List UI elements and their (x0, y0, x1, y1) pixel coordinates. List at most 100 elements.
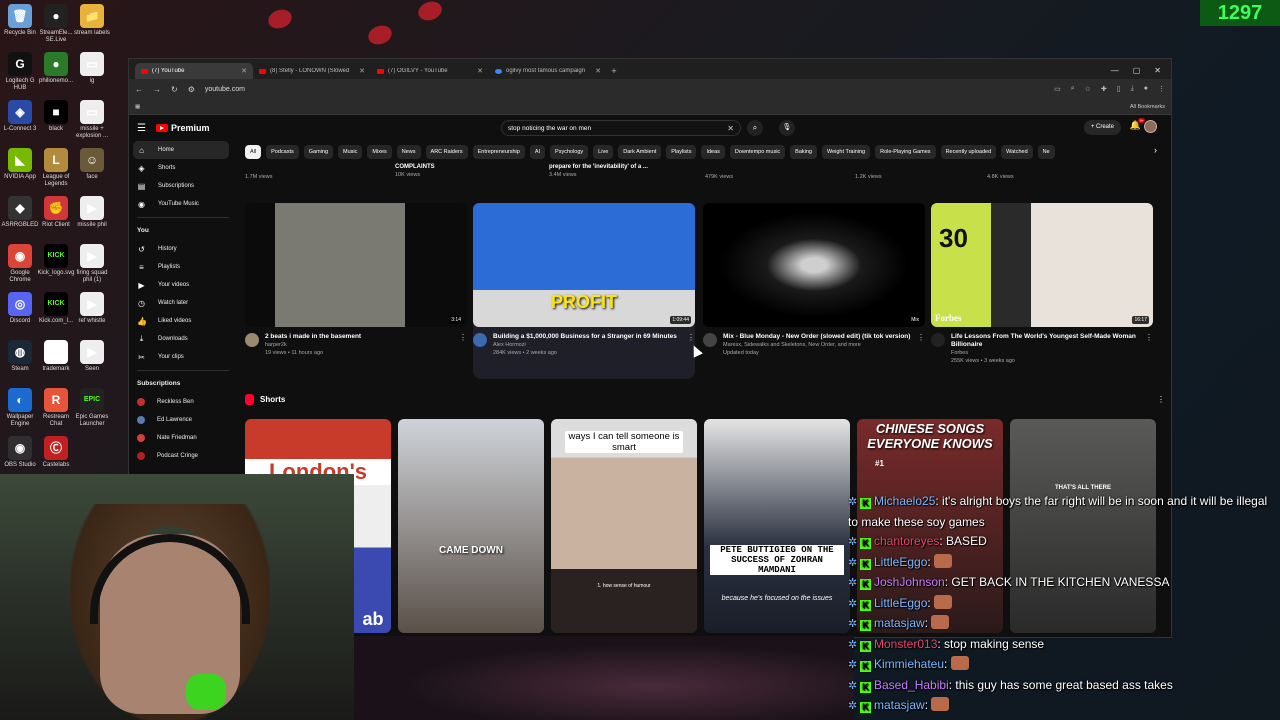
more-options-icon[interactable]: ⋮ (1145, 333, 1153, 365)
filter-chip[interactable]: Downtempo music (729, 145, 786, 159)
chat-username[interactable]: LittleEggo (874, 596, 927, 610)
desktop-icon[interactable]: ▭ missile + explosion ... (72, 100, 112, 140)
video-card[interactable]: 3:14 2 beats i made in the basement harper… (245, 203, 467, 379)
desktop-icon[interactable]: ◣ NVIDIA App (0, 148, 40, 181)
desktop-icon[interactable]: ■ black (36, 100, 76, 133)
video-title[interactable]: Life Lessons From The World's Youngest S… (951, 333, 1139, 349)
filter-chip[interactable]: Mixes (367, 145, 392, 159)
desktop-icon[interactable]: ▶ firing squad phil (1) (72, 244, 112, 284)
desktop-icon[interactable]: 📁 stream labels (72, 4, 112, 37)
notifications-bell-icon[interactable]: 🔔 9+ (1130, 118, 1145, 131)
filter-chip[interactable]: Gaming (303, 145, 334, 159)
desktop-icon[interactable]: ▶ ref whistle (72, 292, 112, 325)
close-tab-icon[interactable]: ✕ (477, 67, 483, 75)
video-title[interactable]: Building a $1,000,000 Business for a Str… (493, 333, 681, 341)
chat-username[interactable]: LittleEggo (874, 555, 927, 569)
avatar[interactable] (1144, 120, 1157, 133)
more-options-icon[interactable]: ⋮ (917, 333, 925, 357)
microphone-icon[interactable]: 🎙 (779, 120, 795, 136)
new-tab-button[interactable]: + (607, 63, 621, 79)
close-tab-icon[interactable]: ✕ (595, 67, 601, 75)
desktop-icon[interactable]: ◐ Wallpaper Engine (0, 388, 40, 428)
bookmark-star-icon[interactable]: ☆ (1085, 85, 1091, 93)
channel-name[interactable]: Forbes (951, 349, 1139, 357)
filter-chip[interactable]: ARC Raiders (425, 145, 468, 159)
video-title[interactable]: prepare for the 'inevitability' of a ... (549, 164, 648, 170)
all-bookmarks-button[interactable]: All Bookmarks (1130, 104, 1165, 110)
reload-icon[interactable]: ↻ (171, 85, 178, 94)
create-button[interactable]: + Create (1083, 120, 1121, 135)
desktop-icon[interactable]: G Logitech G HUB (0, 52, 40, 92)
sidebar-item[interactable]: ◷ Watch later (129, 294, 237, 312)
filter-chip[interactable]: Dark Ambient (618, 145, 662, 159)
video-card[interactable]: 30 Forbes 16:17 Life Lessons From The World… (931, 203, 1153, 379)
filter-chip[interactable]: Music (338, 145, 363, 159)
shorts-more-icon[interactable]: ⋮ (1157, 395, 1165, 404)
apps-icon[interactable]: ▦ (135, 104, 140, 110)
search-icon[interactable]: ⌕ (747, 120, 763, 136)
back-icon[interactable]: ← (135, 85, 143, 94)
desktop-icon[interactable]: ◎ Discord (0, 292, 40, 325)
install-icon[interactable]: ▭ (1054, 85, 1061, 93)
video-thumbnail[interactable]: Mix (703, 203, 925, 327)
desktop-icon[interactable]: ◉ OBS Studio (0, 436, 40, 469)
clear-search-icon[interactable]: ✕ (727, 124, 734, 133)
chat-username[interactable]: Based_Habibi (874, 678, 949, 692)
filter-chip[interactable]: Ideas (701, 145, 725, 159)
channel-name[interactable]: Alex Hormozi (493, 341, 681, 349)
filter-chip[interactable]: Playlists (666, 145, 697, 159)
desktop-icon[interactable]: R Restream Chat (36, 388, 76, 428)
filter-chip[interactable]: Live (593, 145, 614, 159)
sidebar-item[interactable]: ▶ Your videos (129, 276, 237, 294)
chips-next-icon[interactable]: › (1154, 145, 1157, 155)
subscription-item[interactable]: Reckless Ben (129, 393, 237, 411)
browser-tab[interactable]: (7) OGILVY - YouTube ✕ (371, 63, 489, 79)
search-input[interactable]: stop noticing the war on men ✕ (501, 120, 741, 136)
desktop-icon[interactable]: ◆ ASRRGBLED (0, 196, 40, 229)
sidebar-item[interactable]: ≡ Playlists (129, 258, 237, 276)
video-card[interactable]: PROFIT 1:09:44 Building a $1,000,000 Busin… (473, 203, 695, 379)
filter-chip[interactable]: Watched (1001, 145, 1033, 159)
channel-avatar[interactable] (931, 333, 945, 347)
desktop-icon[interactable]: ▭ ig (72, 52, 112, 85)
close-tab-icon[interactable]: ✕ (359, 67, 365, 75)
browser-tab[interactable]: ogilvy most famous campaign ✕ (489, 63, 607, 79)
chat-username[interactable]: JoshJohnson (874, 575, 945, 589)
sidebar-item[interactable]: ⌂ Home (133, 141, 229, 159)
chat-username[interactable]: Kimmiehateu (874, 657, 944, 671)
site-info-icon[interactable]: ⚙ (188, 85, 195, 94)
filter-chip[interactable]: Podcasts (266, 145, 299, 159)
filter-chip[interactable]: Weight Training (822, 145, 871, 159)
filter-chip[interactable]: Baking (790, 145, 817, 159)
desktop-icon[interactable]: ▶ missile phil (72, 196, 112, 229)
short-card[interactable]: ways I can tell someone is smart 1. how s… (551, 419, 697, 633)
filter-chip[interactable]: AI (529, 145, 546, 159)
video-card[interactable]: Mix Mix - Blue Monday - New Order (slowed… (703, 203, 925, 379)
sidebar-item[interactable]: ◈ Shorts (129, 159, 237, 177)
desktop-icon[interactable]: ◉ Google Chrome (0, 244, 40, 284)
subscription-item[interactable]: Podcast Cringe (129, 447, 237, 465)
video-thumbnail[interactable]: 3:14 (245, 203, 467, 327)
chat-username[interactable]: chantoreyes (874, 534, 939, 548)
filter-chip[interactable]: Role-Playing Games (875, 145, 936, 159)
chat-username[interactable]: matasjaw (874, 698, 925, 712)
desktop-icon[interactable]: ● philionemo... (36, 52, 76, 85)
desktop-icon[interactable]: ✊ Riot Client (36, 196, 76, 229)
short-card[interactable]: PETE BUTTIGIEG ON THE SUCCESS OF ZOHRAN … (704, 419, 850, 633)
url-field[interactable]: youtube.com (205, 86, 1044, 93)
close-tab-icon[interactable]: ✕ (241, 67, 247, 75)
desktop-icon[interactable]: ◈ L-Connect 3 (0, 100, 40, 133)
sidebar-item[interactable]: 👍 Liked videos (129, 312, 237, 330)
channel-avatar[interactable] (703, 333, 717, 347)
youtube-logo[interactable]: Premium (155, 123, 209, 133)
chat-username[interactable]: Monster013 (874, 637, 937, 651)
desktop-icon[interactable]: Ⓒ Castelabs (36, 436, 76, 469)
sidebar-item[interactable]: ↺ History (129, 240, 237, 258)
minimize-icon[interactable]: — (1111, 63, 1119, 79)
video-title[interactable]: Mix - Blue Monday - New Order (slowed ed… (723, 333, 911, 341)
desktop-icon[interactable]: 🗑 Recycle Bin (0, 4, 40, 37)
browser-tab[interactable]: (8) Stelly - LONOWN (Slowed ✕ (253, 63, 371, 79)
sidebar-item[interactable]: ◉ YouTube Music (129, 195, 237, 213)
filter-chip[interactable]: Ne (1037, 145, 1055, 159)
sidepanel-icon[interactable]: ▯ (1117, 85, 1121, 93)
